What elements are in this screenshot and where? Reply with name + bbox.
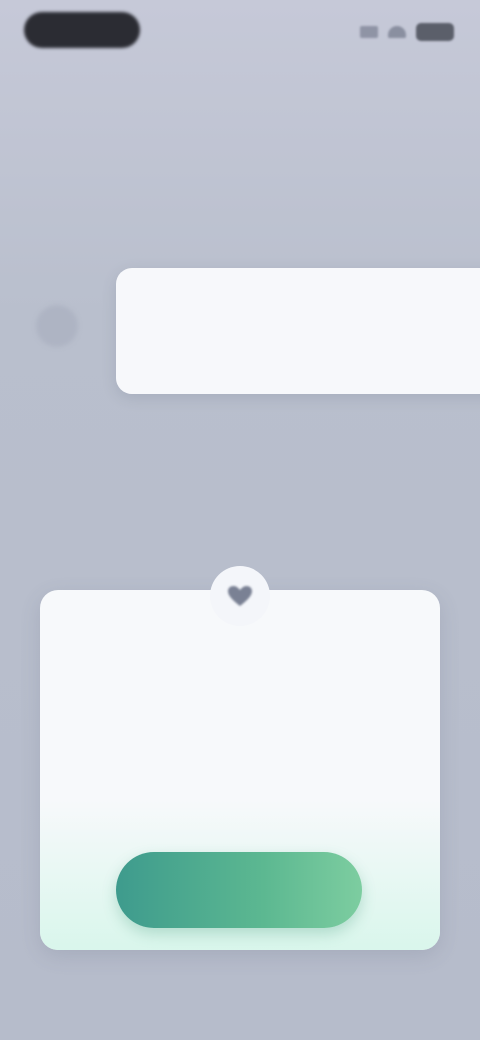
dialog: [40, 566, 440, 950]
battery-icon: [416, 23, 454, 41]
signal-icon: [360, 26, 378, 38]
avatar-icon: [36, 305, 78, 347]
wifi-icon: [388, 26, 406, 38]
heart-icon: [228, 586, 252, 606]
primary-button[interactable]: [116, 852, 362, 928]
dialog-badge: [210, 566, 270, 626]
notice-card[interactable]: [116, 268, 480, 394]
time-pill: [24, 12, 140, 48]
status-bar: [0, 0, 480, 70]
status-icons: [360, 22, 454, 42]
